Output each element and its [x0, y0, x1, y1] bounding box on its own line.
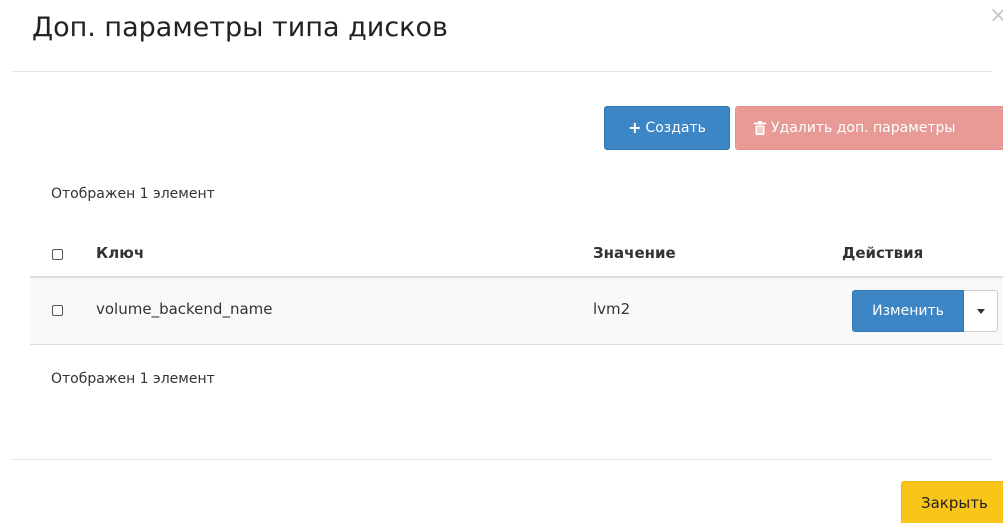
header-divider	[12, 71, 992, 72]
column-header-value[interactable]: Значение	[593, 244, 676, 262]
select-all-checkbox[interactable]	[52, 249, 63, 260]
table-row: volume_backend_name lvm2 Изменить	[30, 278, 1003, 345]
item-count-top: Отображен 1 элемент	[51, 186, 215, 202]
column-header-key[interactable]: Ключ	[96, 244, 144, 262]
delete-extra-specs-button[interactable]: Удалить доп. параметры	[735, 106, 1003, 150]
row-checkbox[interactable]	[52, 305, 63, 316]
close-icon[interactable]: ×	[989, 4, 1003, 28]
create-button[interactable]: + Создать	[604, 106, 730, 150]
footer-divider	[12, 459, 992, 460]
extra-specs-table: Ключ Значение Действия volume_backend_na…	[30, 231, 1003, 345]
column-header-actions: Действия	[842, 244, 924, 262]
table-header: Ключ Значение Действия	[30, 231, 1003, 278]
trash-icon	[754, 121, 766, 135]
modal-title: Доп. параметры типа дисков	[32, 12, 448, 43]
row-key: volume_backend_name	[96, 300, 273, 318]
row-actions: Изменить	[852, 290, 1002, 332]
plus-icon: +	[628, 118, 642, 137]
row-value: lvm2	[593, 300, 631, 318]
close-button-label: Закрыть	[921, 494, 988, 512]
edit-button[interactable]: Изменить	[852, 290, 964, 332]
extra-specs-modal: Доп. параметры типа дисков × + Создать У…	[0, 0, 1003, 523]
caret-down-icon	[976, 308, 985, 314]
create-button-label: Создать	[645, 120, 706, 136]
modal-header: Доп. параметры типа дисков ×	[0, 0, 1003, 72]
item-count-bottom: Отображен 1 элемент	[51, 371, 215, 387]
close-button[interactable]: Закрыть	[901, 481, 1003, 523]
row-actions-dropdown-toggle[interactable]	[964, 290, 998, 332]
delete-button-label: Удалить доп. параметры	[771, 120, 956, 136]
edit-button-label: Изменить	[872, 303, 944, 319]
